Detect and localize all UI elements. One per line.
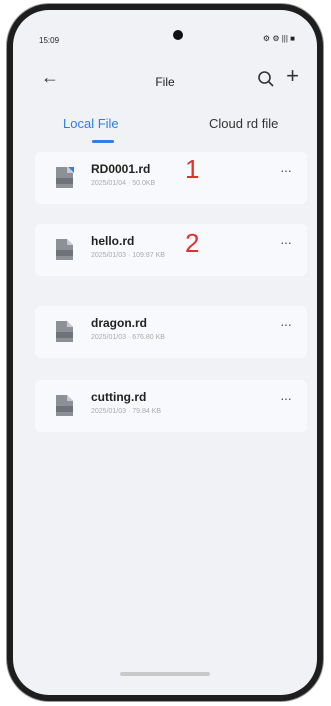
file-name: RD0001.rd [91, 162, 151, 176]
rd-file-icon [56, 321, 73, 342]
rd-file-icon [56, 239, 73, 260]
file-name: dragon.rd [91, 316, 147, 330]
more-options-icon[interactable]: ··· [280, 162, 292, 178]
search-icon[interactable] [257, 70, 275, 88]
file-item-cutting[interactable]: cutting.rd 2025/01/03 · 79.84 KB ··· [35, 380, 307, 432]
tab-cloud-rd-file[interactable]: Cloud rd file [209, 116, 278, 131]
status-time: 15:09 [39, 36, 60, 45]
file-name: cutting.rd [91, 390, 147, 404]
phone-frame: 15:09 ⚙ ⚙ ||| ■ ← File + Local File Clou… [7, 4, 323, 701]
file-name: hello.rd [91, 234, 135, 248]
screen: 15:09 ⚙ ⚙ ||| ■ ← File + Local File Clou… [13, 10, 317, 695]
rd-file-icon [56, 167, 74, 188]
file-meta: 2025/01/04 · 50.0KB [91, 180, 156, 187]
front-camera [173, 30, 183, 40]
file-item-rd0001[interactable]: RD0001.rd 2025/01/04 · 50.0KB ··· 1 [35, 152, 307, 204]
file-item-dragon[interactable]: dragon.rd 2025/01/03 · 676.80 KB ··· [35, 306, 307, 358]
tab-bar: Local File Cloud rd file [13, 102, 317, 144]
annotation-number-1: 1 [185, 154, 200, 184]
tab-local-file[interactable]: Local File [63, 116, 119, 131]
annotation-number-2: 2 [185, 228, 200, 258]
rd-file-icon [56, 395, 73, 416]
active-tab-indicator [92, 140, 114, 143]
status-icons-text: ⚙ ⚙ ||| ■ [262, 34, 295, 43]
home-indicator [120, 672, 210, 676]
file-meta: 2025/01/03 · 109.87 KB [91, 252, 165, 259]
file-item-hello[interactable]: hello.rd 2025/01/03 · 109.87 KB ··· 2 [35, 224, 307, 276]
status-icons: ⚙ ⚙ ||| ■ [263, 34, 295, 43]
add-icon[interactable]: + [286, 65, 299, 87]
status-bar: 15:09 ⚙ ⚙ ||| ■ [13, 10, 317, 46]
file-meta: 2025/01/03 · 79.84 KB [91, 408, 162, 415]
file-meta: 2025/01/03 · 676.80 KB [91, 334, 165, 341]
more-options-icon[interactable]: ··· [280, 234, 292, 250]
app-header: ← File + [13, 58, 317, 94]
more-options-icon[interactable]: ··· [280, 390, 292, 406]
more-options-icon[interactable]: ··· [280, 316, 292, 332]
